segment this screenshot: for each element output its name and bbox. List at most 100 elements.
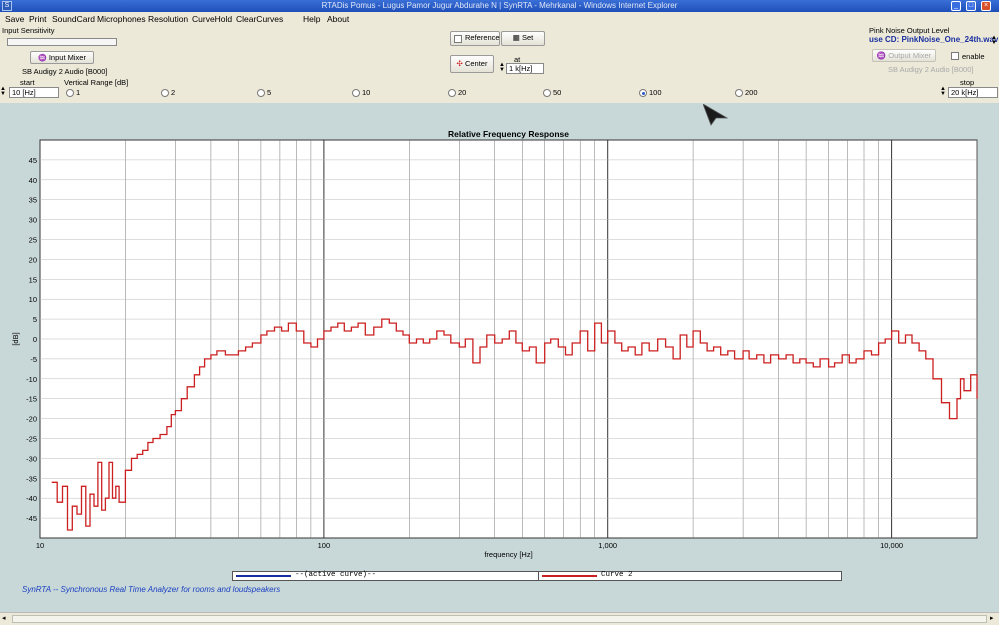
mixer-icon: ♒ [38,55,47,62]
reference-toggle[interactable]: Reference [450,31,500,46]
vertical-range-label: Vertical Range [dB] [64,78,129,87]
output-mixer-button[interactable]: ♒ Output Mixer [872,49,936,62]
enable-label: enable [962,52,985,61]
y-tick-label: 10 [29,295,37,304]
range-option-200-label: 200 [745,88,758,97]
scrollbar-thumb[interactable] [12,615,987,623]
close-button[interactable]: × [981,1,991,11]
x-axis-label: frequency [Hz] [484,550,532,559]
y-tick-label: 40 [29,176,37,185]
y-tick-label: 5 [33,315,37,324]
chart-title: Relative Frequency Response [448,129,569,139]
range-option-20[interactable] [448,89,456,97]
output-device-label: SB Audigy 2 Audio [B000] [888,65,974,74]
at-spinner[interactable]: ▲ ▼ [499,62,505,73]
output-level-spinner[interactable]: ▲ ▼ [991,35,997,46]
enable-checkbox[interactable] [951,52,959,60]
y-tick-label: -25 [26,435,37,444]
menu-soundcard[interactable]: SoundCard [52,14,95,24]
set-icon: ▦ [512,33,520,42]
y-tick-label: 45 [29,156,37,165]
y-tick-label: 25 [29,236,37,245]
frequency-response-chart: 45 40 35 30 25 20 15 10 5 0 -5 -10 -15 -20 -25 -30 -35 -4… [11,129,978,559]
control-panel: Input Sensitivity ♒ Input Mixer SB Audig… [0,25,999,103]
input-level-meter [7,38,117,46]
menu-help[interactable]: Help [303,14,320,24]
y-tick-label: -5 [30,355,37,364]
minimize-button[interactable]: _ [951,1,961,11]
menu-about[interactable]: About [327,14,349,24]
use-cd-label: use CD: PinkNoise_One_24th.wav [869,35,999,44]
center-button[interactable]: ✣ Center [450,55,494,73]
y-tick-label: 35 [29,196,37,205]
stop-spinner[interactable]: ▲ ▼ [940,86,946,97]
menu-clearcurves[interactable]: ClearCurves [236,14,283,24]
menu-print[interactable]: Print [29,14,46,24]
range-option-50[interactable] [543,89,551,97]
y-tick-label: 15 [29,275,37,284]
x-tick-label: 1,000 [598,541,617,550]
maximize-button[interactable]: □ [966,1,976,11]
range-option-50-label: 50 [553,88,562,97]
start-frequency-input[interactable]: 10 [Hz] [9,87,59,98]
y-tick-label: -35 [26,474,37,483]
mixer-icon: ♒ [876,51,887,60]
window-title: RTADis Pomus - Lugus Pamor Jugur Abdurah… [321,1,678,10]
y-tick-label: 30 [29,216,37,225]
at-frequency-input[interactable]: 1 k[Hz] [506,63,544,74]
menu-bar: Save Print SoundCard Microphones Resolut… [0,12,999,25]
input-device-label: SB Audigy 2 Audio [B000] [22,67,108,76]
range-option-2[interactable] [161,89,169,97]
y-tick-label: -15 [26,395,37,404]
menu-save[interactable]: Save [5,14,24,24]
stop-label: stop [960,78,975,87]
chart-area: 45 40 35 30 25 20 15 10 5 0 -5 -10 -15 -20 -25 -30 -35 -4… [0,103,999,612]
range-option-5[interactable] [257,89,265,97]
menu-microphones[interactable]: Microphones [97,14,146,24]
input-mixer-button[interactable]: ♒ Input Mixer [30,51,94,64]
legend-curve-2-label: Curve 2 [601,571,633,579]
scroll-right-arrow[interactable]: ▸ [990,614,994,622]
legend-curve-2-swatch [542,575,597,577]
range-option-10[interactable] [352,89,360,97]
y-tick-label: 0 [33,335,37,344]
range-option-10-label: 10 [362,88,371,97]
range-option-100-label: 100 [649,88,662,97]
y-axis-label: [dB] [11,332,20,345]
x-tick-label: 10,000 [880,541,903,550]
y-tick-label: -10 [26,375,37,384]
output-mixer-label: Output Mixer [888,51,932,60]
title-bar: S RTADis Pomus - Lugus Pamor Jugur Abdur… [0,0,999,12]
legend-curve-2[interactable]: Curve 2 [538,571,843,580]
reference-checkbox[interactable] [454,35,462,43]
range-option-2-label: 2 [171,88,176,97]
input-mixer-label: Input Mixer [48,53,86,62]
center-icon: ✣ [456,59,463,68]
range-option-100[interactable] [639,89,647,97]
center-label: Center [464,59,488,68]
x-tick-label: 100 [318,541,331,550]
legend-active-curve[interactable]: --(active curve)-- [233,571,538,580]
y-tick-label: 20 [29,255,37,264]
horizontal-scrollbar[interactable]: ◂ ▸ [0,612,999,625]
pink-noise-label: Pink Noise Output Level [869,26,950,35]
stop-frequency-input[interactable]: 20 k[Hz] [948,87,998,98]
set-button[interactable]: ▦ Set [501,31,545,46]
y-tick-label: -45 [26,514,37,523]
start-spinner[interactable]: ▲ ▼ [0,86,6,97]
x-tick-label: 10 [36,541,44,550]
mouse-cursor-icon [703,104,729,126]
menu-resolution[interactable]: Resolution [148,14,188,24]
range-option-5-label: 5 [267,88,272,97]
range-option-1-label: 1 [76,88,81,97]
branding-text: SynRTA -- Synchronous Real Time Analyzer… [22,585,281,594]
menu-curvehold[interactable]: CurveHold [192,14,232,24]
reference-label: Reference [465,33,500,42]
input-sensitivity-label: Input Sensitivity [2,26,55,35]
range-option-1[interactable] [66,89,74,97]
legend-active-label: --(active curve)-- [295,571,377,579]
y-tick-label: -40 [26,494,37,503]
scroll-left-arrow[interactable]: ◂ [2,614,6,622]
start-label: start [20,78,35,87]
range-option-200[interactable] [735,89,743,97]
